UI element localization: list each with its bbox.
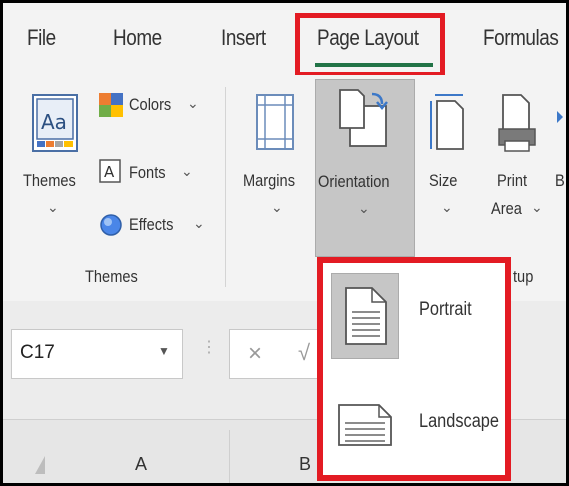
enter-icon-partial[interactable]: √ [298,340,310,366]
print-area-button[interactable]: Print Area ⌄ [489,83,551,247]
landscape-label: Landscape [419,411,499,432]
fonts-label: Fonts [129,163,166,182]
menu-item-landscape[interactable]: Landscape [323,367,505,465]
orientation-dropdown-menu: Portrait Landscape [317,257,511,481]
chevron-down-icon: ⌄ [358,200,370,216]
themes-group-label: Themes [85,267,138,286]
colors-label: Colors [129,95,172,114]
tab-insert[interactable]: Insert [221,25,266,51]
themes-icon: Aa [32,94,78,152]
orientation-label: Orientation [318,172,390,191]
portrait-page-icon [345,287,387,345]
size-label: Size [429,171,458,190]
menu-item-portrait[interactable]: Portrait [323,263,505,361]
chevron-down-icon: ⌄ [47,199,59,215]
chevron-down-icon: ⌄ [187,95,199,111]
formula-buttons: × √ [229,329,329,379]
orientation-icon [339,89,388,147]
size-button[interactable]: Size ⌄ [423,83,475,247]
page-layout-highlight-box [295,13,445,77]
margins-label: Margins [243,171,296,190]
portrait-icon-box [331,273,399,359]
breaks-button-partial[interactable]: B [553,83,566,247]
print-area-icon [498,94,536,152]
landscape-page-icon [338,404,392,446]
size-icon [430,94,464,150]
ribbon-tab-bar: File Home Insert Page Layout Formulas [3,3,566,77]
margins-button[interactable]: Margins ⌄ [241,83,313,247]
chevron-down-icon: ⌄ [193,215,205,231]
screenshot-frame: File Home Insert Page Layout Formulas Aa… [0,0,569,486]
print-area-label-line2: Area [491,199,522,218]
svg-text:A: A [104,163,115,181]
page-setup-group-label: tup [513,267,534,286]
orientation-button[interactable]: Orientation ⌄ [315,79,415,257]
chevron-down-icon: ⌄ [531,199,543,215]
tab-home[interactable]: Home [113,25,162,51]
chevron-down-icon: ⌄ [181,163,193,179]
column-divider [229,430,230,483]
chevron-down-icon: ▼ [158,344,170,358]
landscape-icon-box [331,377,399,463]
fonts-icon: A [99,159,121,183]
name-box[interactable]: C17 ▼ [11,329,183,379]
svg-text:Aa: Aa [41,110,67,134]
select-all-triangle-icon[interactable] [33,454,47,476]
fonts-button[interactable]: A Fonts ⌄ [97,157,207,191]
cancel-icon[interactable]: × [248,340,262,368]
name-box-value: C17 [20,342,55,363]
breaks-label-partial: B [555,171,565,190]
tab-file[interactable]: File [27,25,56,51]
tab-formulas[interactable]: Formulas [483,25,559,51]
column-header-a[interactable]: A [135,454,147,475]
margins-icon [256,94,294,150]
group-divider [225,87,226,287]
print-area-label-line1: Print [497,171,528,190]
themes-button[interactable]: Aa Themes ⌄ [17,83,87,247]
chevron-down-icon: ⌄ [271,199,283,215]
effects-icon [100,214,122,236]
themes-label: Themes [23,171,76,190]
colors-icon [99,93,123,117]
colors-button[interactable]: Colors ⌄ [97,89,207,123]
effects-button[interactable]: Effects ⌄ [97,209,207,243]
portrait-label: Portrait [419,299,472,320]
breaks-icon [557,111,563,123]
chevron-down-icon: ⌄ [441,199,453,215]
vertical-dots-icon: ⋮ [201,339,217,356]
effects-label: Effects [129,215,174,234]
column-header-b[interactable]: B [299,454,311,475]
